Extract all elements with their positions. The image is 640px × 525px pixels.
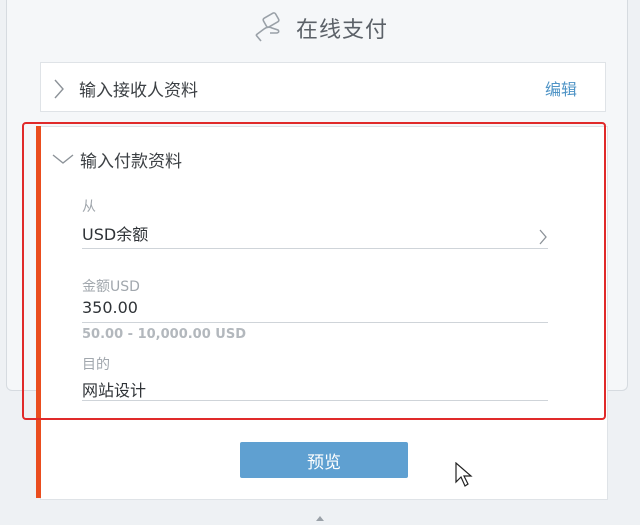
page-header: 在线支付 bbox=[0, 8, 640, 48]
preview-button[interactable]: 预览 bbox=[240, 442, 408, 478]
recipient-label: 输入接收人资料 bbox=[79, 81, 198, 101]
mouse-cursor-icon bbox=[455, 461, 473, 492]
hand-card-icon bbox=[252, 11, 286, 45]
highlight-annotation bbox=[22, 122, 606, 420]
chevron-right-icon bbox=[53, 78, 65, 104]
recipient-section[interactable]: 输入接收人资料 编辑 bbox=[40, 62, 606, 112]
page-title: 在线支付 bbox=[295, 18, 388, 43]
edit-recipient-link[interactable]: 编辑 bbox=[545, 76, 577, 100]
scroll-indicator-icon[interactable] bbox=[316, 506, 324, 521]
